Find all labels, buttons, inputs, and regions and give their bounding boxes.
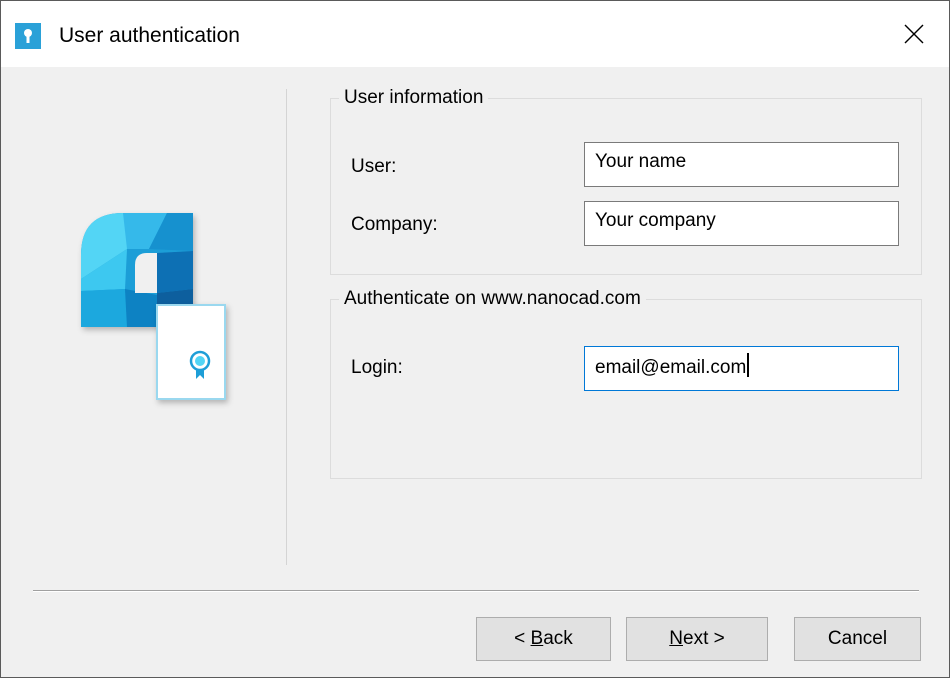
next-button-label: ext > bbox=[683, 628, 725, 649]
login-label: Login: bbox=[351, 357, 403, 378]
back-button-label: ack bbox=[543, 628, 573, 649]
vertical-divider bbox=[286, 89, 287, 565]
back-button[interactable]: < Back bbox=[476, 617, 611, 661]
cancel-button-label: Cancel bbox=[827, 628, 888, 649]
user-field[interactable]: Your name bbox=[584, 142, 899, 187]
next-button-mnemonic: N bbox=[669, 628, 683, 649]
user-label: User: bbox=[351, 156, 397, 177]
next-button[interactable]: Next > bbox=[626, 617, 768, 661]
lock-icon bbox=[15, 23, 41, 49]
user-information-legend: User information bbox=[339, 85, 489, 111]
company-field-value: Your company bbox=[595, 210, 716, 231]
close-icon bbox=[904, 24, 924, 44]
close-button[interactable] bbox=[879, 1, 949, 67]
user-field-value: Your name bbox=[595, 151, 687, 172]
auth-dialog: User authentication User information Use… bbox=[0, 0, 950, 678]
company-field[interactable]: Your company bbox=[584, 201, 899, 246]
text-caret bbox=[747, 353, 750, 377]
nanocad-logo-icon bbox=[77, 209, 237, 414]
company-label: Company: bbox=[351, 214, 438, 235]
back-button-prefix: < bbox=[514, 628, 531, 649]
cancel-button[interactable]: Cancel bbox=[794, 617, 921, 661]
login-field-value: email@email.com bbox=[595, 357, 747, 378]
login-field[interactable]: email@email.com bbox=[584, 346, 899, 391]
window-title: User authentication bbox=[59, 24, 240, 47]
back-button-mnemonic: B bbox=[530, 628, 544, 649]
authenticate-legend: Authenticate on www.nanocad.com bbox=[339, 286, 646, 312]
title-bar: User authentication bbox=[1, 1, 949, 67]
